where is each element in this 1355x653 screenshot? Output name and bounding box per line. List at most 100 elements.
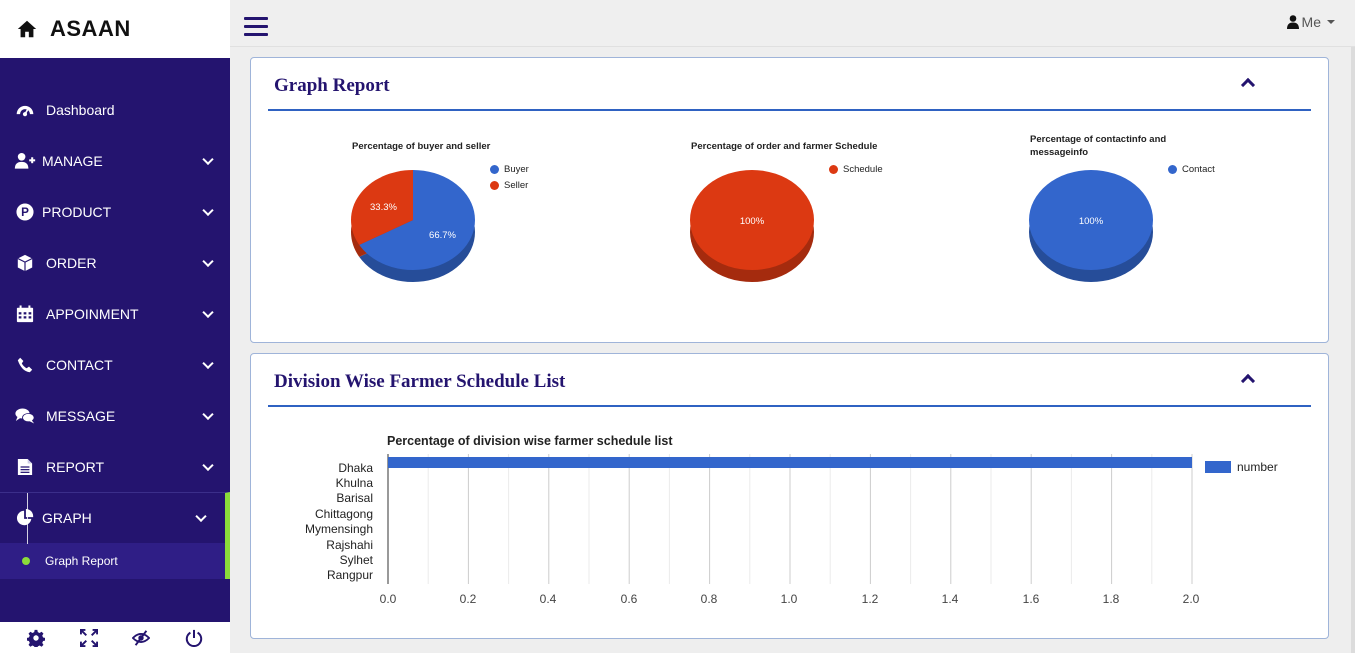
- active-dot-icon: [22, 557, 30, 565]
- pie-slice-label: 100%: [1079, 216, 1104, 227]
- sidebar-item-order[interactable]: ORDER: [0, 237, 230, 288]
- user-plus-icon: [14, 150, 36, 172]
- x-tick-label: 1.6: [1022, 592, 1040, 606]
- y-tick-label: Mymensingh: [304, 522, 373, 536]
- legend-label: Schedule: [843, 164, 883, 175]
- pie1-chart: 66.7% 33.3%: [351, 170, 475, 282]
- bar-chart-plot: [387, 454, 1193, 584]
- x-tick-label: 0.8: [700, 592, 718, 606]
- pie3-title: Percentage of contactinfo and messageinf…: [1030, 133, 1166, 159]
- bar-dhaka[interactable]: [388, 457, 1192, 468]
- x-tick-label: 1.4: [941, 592, 959, 606]
- sidebar-item-report[interactable]: REPORT: [0, 441, 230, 492]
- pie2-chart: 100%: [690, 170, 814, 282]
- y-tick-label: Rajshahi: [326, 538, 373, 552]
- scrollbar[interactable]: [1351, 47, 1355, 653]
- x-tick-label: 0.4: [539, 592, 557, 606]
- sidebar-item-label: MANAGE: [42, 152, 103, 169]
- sidebar-item-message[interactable]: MESSAGE: [0, 390, 230, 441]
- y-tick-label: Dhaka: [338, 461, 373, 475]
- pie-slice-label: 33.3%: [370, 202, 397, 213]
- sidebar-item-label: APPOINMENT: [46, 305, 139, 322]
- pie-chart-icon: [14, 507, 36, 529]
- sidebar-nav: Dashboard MANAGE P PRODUCT ORDER APPOINM…: [0, 84, 230, 579]
- user-label: Me: [1301, 14, 1321, 30]
- x-tick-label: 1.2: [861, 592, 879, 606]
- brand[interactable]: ASAAN: [0, 0, 230, 58]
- document-icon: [14, 456, 36, 478]
- phone-icon: [14, 354, 36, 376]
- y-tick-label: Barisal: [336, 491, 373, 505]
- svg-text:P: P: [21, 206, 29, 219]
- x-tick-label: 1.0: [780, 592, 798, 606]
- sidebar-item-label: REPORT: [46, 458, 105, 475]
- legend-swatch: [829, 165, 838, 174]
- settings-icon[interactable]: [27, 629, 46, 647]
- chevron-up-icon[interactable]: [1240, 373, 1256, 389]
- y-tick-label: Khulna: [335, 476, 373, 490]
- legend-label: Contact: [1182, 164, 1215, 175]
- dashboard-icon: [14, 99, 36, 121]
- legend-swatch: [490, 165, 499, 174]
- pie-slice-label: 100%: [740, 216, 765, 227]
- sidebar-item-manage[interactable]: MANAGE: [0, 135, 230, 186]
- chevron-up-icon[interactable]: [1240, 77, 1256, 93]
- sidebar-subitem-graph-report[interactable]: Graph Report: [0, 543, 230, 579]
- y-tick-label: Chittagong: [314, 507, 373, 521]
- sidebar-item-appoinment[interactable]: APPOINMENT: [0, 288, 230, 339]
- comments-icon: [14, 405, 36, 427]
- sidebar-item-label: Dashboard: [46, 101, 115, 118]
- pie1-title: Percentage of buyer and seller: [352, 141, 491, 152]
- pie2-legend-schedule[interactable]: Schedule: [829, 164, 883, 175]
- legend-label: number: [1237, 460, 1278, 474]
- pie3-title-line2: messageinfo: [1030, 147, 1089, 158]
- sidebar-item-graph[interactable]: GRAPH: [0, 492, 230, 544]
- x-tick-label: 1.8: [1102, 592, 1120, 606]
- sidebar-footer: [0, 622, 230, 653]
- bar-legend[interactable]: number: [1205, 460, 1278, 474]
- power-icon[interactable]: [185, 629, 203, 647]
- caret-down-icon: [1327, 20, 1335, 24]
- legend-swatch: [1168, 165, 1177, 174]
- sidebar: ASAAN Dashboard MANAGE P PRODUCT ORDER A…: [0, 0, 230, 653]
- home-icon: [17, 20, 37, 38]
- calendar-icon: [14, 303, 36, 325]
- sidebar-item-contact[interactable]: CONTACT: [0, 339, 230, 390]
- x-tick-label: 0.2: [459, 592, 477, 606]
- pie-slice-label: 66.7%: [429, 230, 456, 241]
- x-tick-label: 2.0: [1182, 592, 1200, 606]
- legend-swatch: [1205, 461, 1231, 473]
- user-menu[interactable]: Me: [1286, 14, 1335, 30]
- division-schedule-card: Division Wise Farmer Schedule List Perce…: [250, 353, 1329, 639]
- pie1-legend-buyer[interactable]: Buyer: [490, 164, 529, 175]
- active-indicator-line: [27, 493, 28, 544]
- hide-icon[interactable]: [132, 629, 151, 647]
- sidebar-subitem-label: Graph Report: [45, 554, 118, 568]
- x-tick-label: 0.0: [379, 592, 397, 606]
- legend-label: Seller: [504, 180, 529, 191]
- card-title: Division Wise Farmer Schedule List: [274, 371, 566, 392]
- card-title: Graph Report: [274, 75, 390, 96]
- pie1-legend-seller[interactable]: Seller: [490, 180, 528, 191]
- menu-toggle-icon[interactable]: [244, 17, 268, 37]
- legend-swatch: [490, 181, 499, 190]
- sidebar-item-dashboard[interactable]: Dashboard: [0, 84, 230, 135]
- pie3-legend-contact[interactable]: Contact: [1168, 164, 1215, 175]
- sidebar-item-label: ORDER: [46, 254, 97, 271]
- cube-icon: [14, 252, 36, 274]
- legend-label: Buyer: [504, 164, 529, 175]
- x-tick-label: 0.6: [620, 592, 638, 606]
- user-icon: [1286, 15, 1299, 29]
- pie3-chart: 100%: [1029, 170, 1153, 282]
- card-divider: [268, 405, 1311, 407]
- graph-report-card: Graph Report Percentage of buyer and sel…: [250, 57, 1329, 343]
- sidebar-item-product[interactable]: P PRODUCT: [0, 186, 230, 237]
- bar-chart-title: Percentage of division wise farmer sched…: [387, 434, 673, 448]
- brand-name: ASAAN: [50, 16, 131, 41]
- card-divider: [268, 109, 1311, 111]
- fullscreen-icon[interactable]: [79, 628, 98, 647]
- topbar: Me: [230, 0, 1355, 47]
- sidebar-item-label: MESSAGE: [46, 407, 116, 424]
- sidebar-item-label: CONTACT: [46, 356, 113, 373]
- pie3-title-line1: Percentage of contactinfo and: [1030, 134, 1167, 145]
